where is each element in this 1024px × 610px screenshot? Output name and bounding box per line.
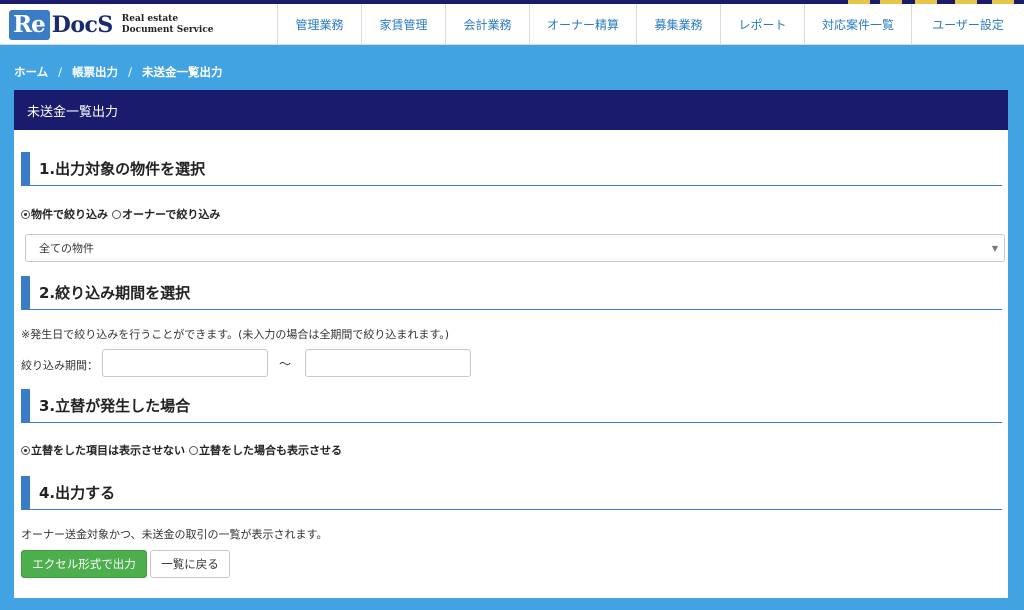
breadcrumb-reports[interactable]: 帳票出力 bbox=[72, 65, 118, 79]
nav-item-user-settings[interactable]: ユーザー設定 bbox=[911, 4, 1024, 44]
back-to-list-button[interactable]: 一覧に戻る bbox=[150, 550, 230, 578]
property-select-value: 全ての物件 bbox=[39, 242, 94, 255]
radio-label: 立替をした項目は表示させない bbox=[31, 444, 185, 457]
period-tilde: 〜 bbox=[279, 357, 292, 371]
logo-wordmark: DocS bbox=[51, 11, 114, 38]
section-title-period: 2.絞り込み期間を選択 bbox=[21, 276, 1002, 310]
breadcrumb-separator: / bbox=[128, 65, 132, 79]
property-select[interactable]: 全ての物件 ▼ bbox=[25, 234, 1005, 262]
radio-label: 立替をした場合も表示させる bbox=[199, 444, 342, 457]
nav-item-kaikei[interactable]: 会計業務 bbox=[445, 4, 529, 44]
radio-checked-icon[interactable] bbox=[21, 445, 30, 455]
nav-item-boshu[interactable]: 募集業務 bbox=[636, 4, 720, 44]
nav-item-yachin[interactable]: 家賃管理 bbox=[361, 4, 445, 44]
period-note: ※発生日で絞り込みを行うことができます。(未入力の場合は全期間で絞り込まれます。… bbox=[21, 328, 450, 341]
redocs-logo[interactable]: Re DocS Real estate Document Service bbox=[9, 8, 214, 41]
period-from-input[interactable] bbox=[102, 349, 268, 377]
period-to-input[interactable] bbox=[305, 349, 471, 377]
panel-title: 未送金一覧出力 bbox=[14, 90, 1008, 130]
nav-item-taio-anken[interactable]: 対応案件一覧 bbox=[804, 4, 911, 44]
section-title-output: 4.出力する bbox=[21, 476, 1002, 510]
logo-tagline-line1: Real estate bbox=[121, 13, 179, 24]
main-panel: 未送金一覧出力 1.出力対象の物件を選択 物件で絞り込み オーナーで絞り込み 全… bbox=[14, 90, 1008, 598]
radio-filter-property[interactable]: 物件で絞り込み bbox=[21, 206, 108, 222]
breadcrumb: ホーム / 帳票出力 / 未送金一覧出力 bbox=[14, 64, 222, 80]
section-title-property: 1.出力対象の物件を選択 bbox=[21, 152, 1002, 186]
logo-tagline-line2: Document Service bbox=[121, 24, 214, 35]
radio-label: オーナーで絞り込み bbox=[122, 208, 221, 221]
nav-item-report[interactable]: レポート bbox=[720, 4, 804, 44]
nav-item-owner-seisan[interactable]: オーナー精算 bbox=[529, 4, 636, 44]
period-label: 絞り込み期間： bbox=[21, 359, 98, 372]
radio-show-advance[interactable]: 立替をした場合も表示させる bbox=[189, 442, 342, 458]
breadcrumb-home[interactable]: ホーム bbox=[14, 65, 48, 79]
radio-hide-advance[interactable]: 立替をした項目は表示させない bbox=[21, 442, 185, 458]
logo-tagline: Real estate Document Service bbox=[122, 14, 214, 36]
radio-filter-owner[interactable]: オーナーで絞り込み bbox=[112, 206, 220, 222]
chevron-down-icon: ▼ bbox=[991, 244, 998, 253]
nav-item-kanri[interactable]: 管理業務 bbox=[277, 4, 361, 44]
section-title-advance: 3.立替が発生した場合 bbox=[21, 389, 1002, 423]
filter-type-radio-group: 物件で絞り込み オーナーで絞り込み bbox=[21, 206, 220, 222]
main-nav: 管理業務 家賃管理 会計業務 オーナー精算 募集業務 レポート 対応案件一覧 ユ… bbox=[277, 4, 1024, 44]
advance-radio-group: 立替をした項目は表示させない 立替をした場合も表示させる bbox=[21, 442, 342, 458]
radio-checked-icon[interactable] bbox=[21, 209, 30, 219]
radio-unchecked-icon[interactable] bbox=[112, 209, 121, 219]
breadcrumb-current: 未送金一覧出力 bbox=[141, 65, 223, 79]
radio-unchecked-icon[interactable] bbox=[189, 445, 198, 455]
export-excel-button[interactable]: エクセル形式で出力 bbox=[21, 550, 147, 578]
logo-mark: Re bbox=[9, 9, 50, 40]
breadcrumb-separator: / bbox=[58, 65, 63, 79]
output-note: オーナー送金対象かつ、未送金の取引の一覧が表示されます。 bbox=[21, 528, 328, 541]
radio-label: 物件で絞り込み bbox=[31, 208, 108, 221]
app-header: Re DocS Real estate Document Service 管理業… bbox=[0, 4, 1024, 45]
